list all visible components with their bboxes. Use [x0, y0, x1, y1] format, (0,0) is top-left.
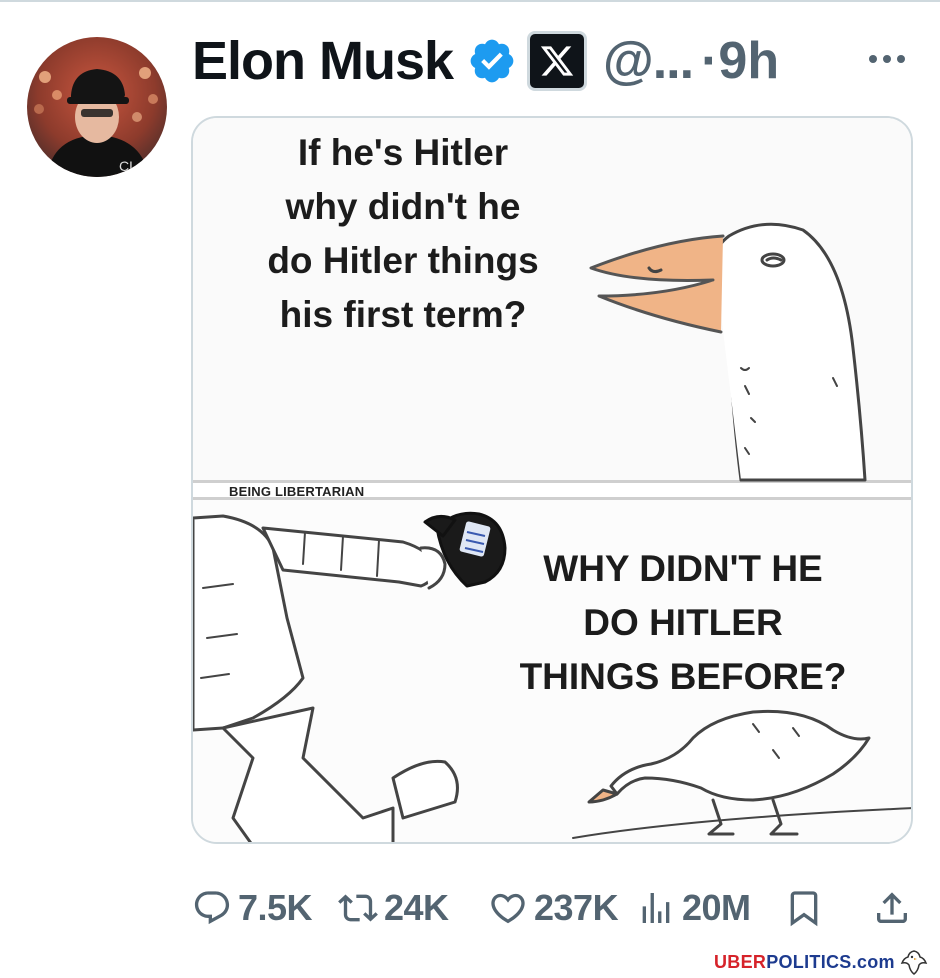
share-icon [877, 892, 907, 923]
separator-dot: · [701, 32, 719, 90]
views-count: 20M [682, 887, 751, 928]
site-watermark: UBERPOLITICS.com [714, 952, 895, 973]
repost-button[interactable]: 24K [338, 880, 449, 936]
like-count: 237K [534, 887, 619, 928]
bookmark-icon [790, 891, 818, 927]
svg-text:CL: CL [119, 158, 137, 174]
meme-watermark: BEING LIBERTARIAN [229, 484, 365, 499]
brand-part-politics: POLITICS [766, 952, 852, 972]
tweet-media[interactable]: BEING LIBERTARIAN [191, 116, 913, 844]
tweet-header: Elon Musk @... · 9h [192, 28, 779, 94]
repost-count: 24K [384, 887, 449, 928]
brand-part-uber: UBER [714, 952, 767, 972]
timestamp[interactable]: 9h [718, 31, 779, 91]
bookmark-button[interactable] [784, 880, 824, 936]
more-dots-icon[interactable] [862, 44, 912, 74]
meme-drawing [193, 222, 911, 842]
handle[interactable]: @... [603, 31, 694, 91]
share-button[interactable] [872, 880, 912, 936]
person-illustration [193, 514, 459, 842]
reply-count: 7.5K [238, 887, 313, 928]
profile-photo: CL [27, 37, 167, 177]
like-icon [491, 893, 525, 924]
reply-icon [194, 891, 230, 925]
action-bar: 7.5K 24K 237K 20M [192, 880, 912, 936]
avatar[interactable]: CL [27, 37, 167, 177]
views-icon [642, 893, 670, 923]
reply-button[interactable]: 7.5K [192, 880, 313, 936]
goose-head-illustration [589, 222, 867, 482]
goose-walking-illustration [572, 709, 911, 839]
views-button[interactable]: 20M [636, 880, 751, 936]
eagle-logo-icon [900, 948, 928, 976]
x-logo-icon[interactable] [527, 31, 588, 91]
repost-icon [338, 894, 378, 922]
brand-part-com: .com [851, 952, 895, 972]
display-name[interactable]: Elon Musk [192, 30, 454, 92]
top-divider [0, 0, 940, 2]
verified-badge-icon[interactable] [467, 36, 517, 86]
like-button[interactable]: 237K [488, 880, 619, 936]
